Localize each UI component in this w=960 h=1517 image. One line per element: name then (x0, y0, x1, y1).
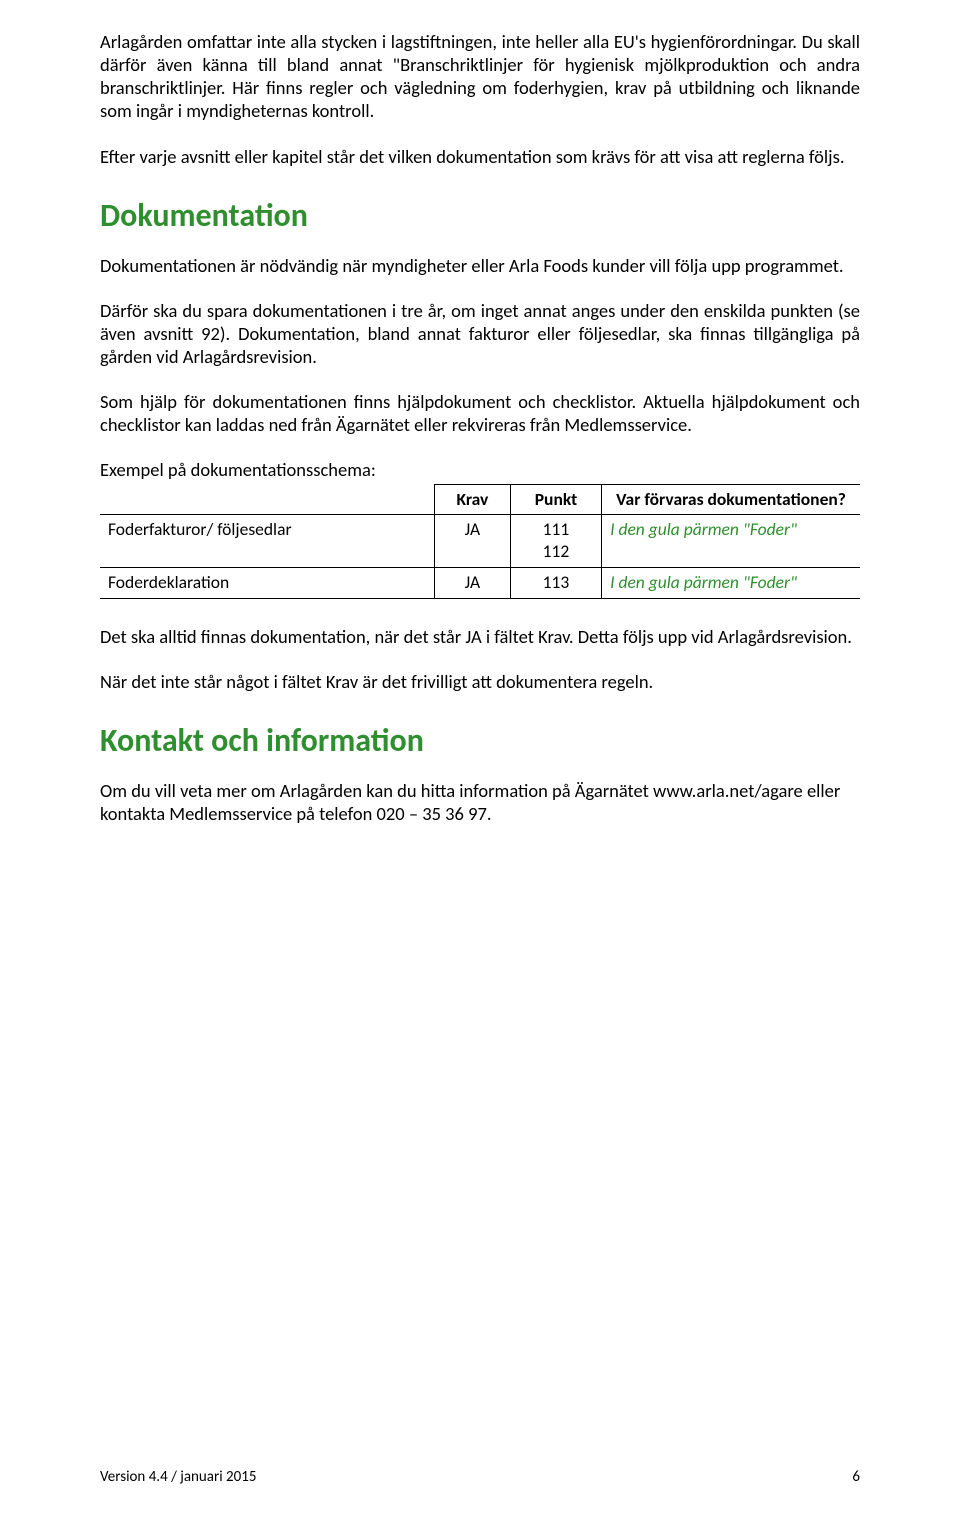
dok-paragraph-2: Därför ska du spara dokumentationen i tr… (100, 299, 860, 368)
table-header-punkt: Punkt (510, 484, 601, 515)
table-row: Foderdeklaration JA 113 I den gula pärme… (100, 568, 860, 599)
heading-dokumentation: Dokumentation (100, 196, 860, 236)
footer-page-number: 6 (852, 1468, 860, 1487)
dok-paragraph-3: Som hjälp för dokumentationen finns hjäl… (100, 390, 860, 436)
intro-paragraph-2: Efter varje avsnitt eller kapitel står d… (100, 145, 860, 168)
after-table-paragraph-2: När det inte står något i fältet Krav är… (100, 670, 860, 693)
documentation-table: Krav Punkt Var förvaras dokumentationen?… (100, 484, 860, 600)
kontakt-paragraph: Om du vill veta mer om Arlagården kan du… (100, 779, 860, 825)
intro-paragraph-1: Arlagården omfattar inte alla stycken i … (100, 30, 860, 123)
heading-kontakt: Kontakt och information (100, 721, 860, 761)
table-header-row: Krav Punkt Var förvaras dokumentationen? (100, 484, 860, 515)
schema-label: Exempel på dokumentationsschema: (100, 458, 860, 481)
cell-var: I den gula pärmen "Foder" (602, 568, 860, 599)
table-header-desc (100, 484, 434, 515)
cell-punkt: 113 (510, 568, 601, 599)
table-header-var: Var förvaras dokumentationen? (602, 484, 860, 515)
table-row: Foderfakturor/ följesedlar JA 111 112 I … (100, 515, 860, 568)
cell-punkt: 111 112 (510, 515, 601, 568)
dok-paragraph-1: Dokumentationen är nödvändig när myndigh… (100, 254, 860, 277)
cell-var: I den gula pärmen "Foder" (602, 515, 860, 568)
footer-version: Version 4.4 / januari 2015 (100, 1468, 256, 1487)
cell-desc: Foderdeklaration (100, 568, 434, 599)
page: Arlagården omfattar inte alla stycken i … (0, 0, 960, 1517)
cell-desc: Foderfakturor/ följesedlar (100, 515, 434, 568)
page-footer: Version 4.4 / januari 2015 6 (100, 1468, 860, 1487)
cell-krav: JA (434, 515, 510, 568)
after-table-paragraph-1: Det ska alltid finnas dokumentation, när… (100, 625, 860, 648)
cell-krav: JA (434, 568, 510, 599)
table-header-krav: Krav (434, 484, 510, 515)
